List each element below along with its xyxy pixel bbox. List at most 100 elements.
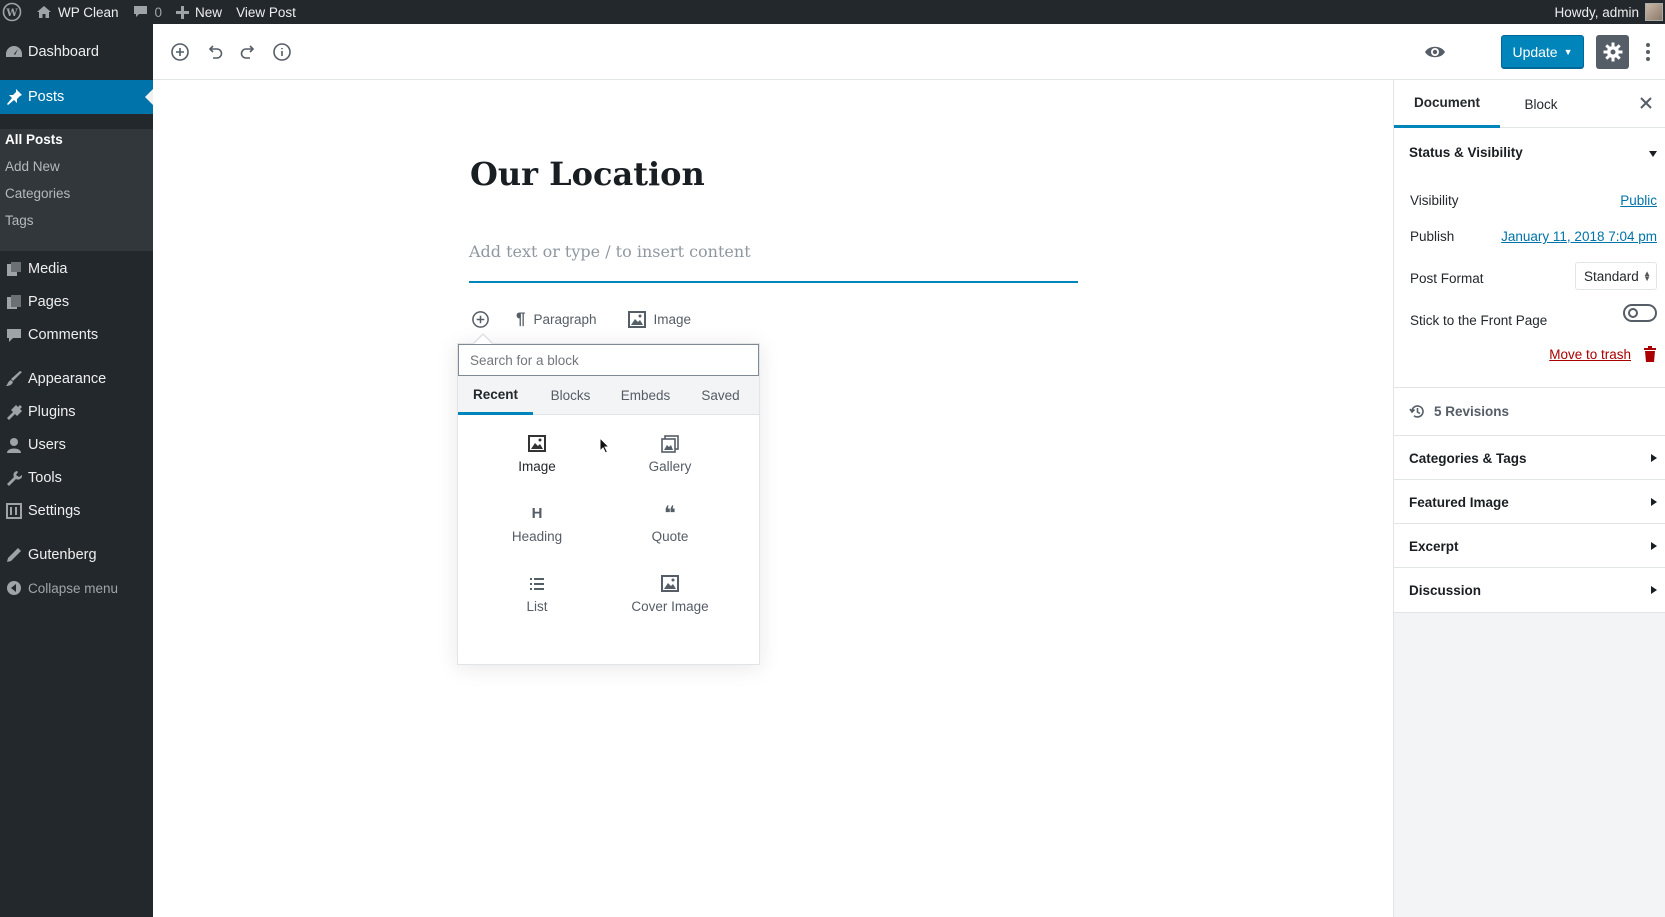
svg-text:W: W [5,8,18,19]
new-content-link[interactable]: New [169,0,229,24]
quick-insert-paragraph-label: Paragraph [533,311,597,327]
mouse-cursor-icon [599,437,611,454]
content-info-button[interactable] [271,41,293,63]
panel-title: Excerpt [1409,539,1459,554]
preview-button[interactable] [1424,41,1446,63]
view-post-link[interactable]: View Post [229,0,303,24]
inline-inserter-button[interactable] [470,309,490,329]
inserter-row: ¶ Paragraph Image [470,307,691,331]
menu-item-tools[interactable]: Tools [0,461,153,495]
tab-block[interactable]: Block [1500,80,1582,128]
caret-right-icon [1651,542,1657,550]
panel-title: Categories & Tags [1409,451,1527,466]
heading-icon: H [531,505,543,522]
block-item-gallery[interactable]: Gallery [610,424,730,484]
wordpress-logo-icon[interactable]: W [0,0,29,24]
block-item-list[interactable]: List [477,564,597,624]
paintbrush-icon [0,371,28,387]
block-item-label: Image [518,458,556,474]
tab-document[interactable]: Document [1394,80,1500,128]
list-icon [529,575,545,593]
caret-right-icon [1651,586,1657,594]
categories-tags-panel[interactable]: Categories & Tags [1394,436,1665,480]
collapse-menu-button[interactable]: Collapse menu [0,571,153,605]
sticky-toggle[interactable] [1623,304,1657,322]
menu-item-pages[interactable]: Pages [0,285,153,319]
menu-label-comments: Comments [28,327,99,343]
toggle-knob [1628,308,1638,318]
home-icon [37,6,51,18]
menu-label-plugins: Plugins [28,404,76,420]
block-item-image[interactable]: Image [477,424,597,484]
move-to-trash-link[interactable]: Move to trash [1549,347,1631,362]
menu-item-gutenberg[interactable]: Gutenberg [0,538,153,572]
settings-toggle-button[interactable] [1596,35,1629,69]
menu-label-posts: Posts [28,89,65,105]
block-item-quote[interactable]: ❝ Quote [610,494,730,554]
submenu-categories[interactable]: Categories [5,186,70,201]
quick-insert-image[interactable]: Image [627,310,692,328]
paragraph-placeholder[interactable]: Add text or type / to insert content [469,242,751,261]
undo-button[interactable] [204,41,226,63]
caret-down-icon[interactable] [1649,151,1657,157]
popover-arrow-inner [474,335,492,344]
tab-recent[interactable]: Recent [458,376,533,415]
panel-title[interactable]: Status & Visibility [1409,145,1523,160]
publish-date-link[interactable]: January 11, 2018 7:04 pm [1501,229,1657,244]
pencil-icon [0,547,28,563]
discussion-panel[interactable]: Discussion [1394,568,1665,613]
tab-embeds[interactable]: Embeds [608,376,683,415]
comments-link[interactable]: 0 [126,0,170,24]
featured-image-panel[interactable]: Featured Image [1394,480,1665,524]
cover-image-icon [661,575,679,593]
visibility-label: Visibility [1410,193,1459,208]
block-item-label: Gallery [648,458,692,474]
quick-insert-paragraph[interactable]: ¶ Paragraph [516,309,597,329]
menu-item-media[interactable]: Media [0,252,153,286]
menu-label-gutenberg: Gutenberg [28,547,97,563]
post-title[interactable]: Our Location [470,155,705,193]
inserter-tabs: Recent Blocks Embeds Saved [458,376,759,415]
close-icon [1640,97,1652,109]
trash-icon[interactable] [1643,346,1657,362]
redo-icon [240,45,255,59]
menu-item-users[interactable]: Users [0,428,153,462]
redo-button[interactable] [237,41,259,63]
close-sidebar-button[interactable] [1637,94,1655,112]
eye-icon [1425,46,1445,58]
revisions-panel[interactable]: 5 Revisions [1394,388,1665,436]
admin-menu: Dashboard Posts All Posts Add New Catego… [0,24,153,917]
wrench-icon [0,470,28,486]
tab-blocks[interactable]: Blocks [533,376,608,415]
avatar[interactable] [1645,3,1663,21]
menu-item-posts[interactable]: Posts [0,80,153,114]
menu-item-plugins[interactable]: Plugins [0,395,153,429]
block-item-cover-image[interactable]: Cover Image [610,564,730,624]
revisions-label: 5 Revisions [1434,404,1510,419]
menu-label-users: Users [28,437,66,453]
panel-title: Discussion [1409,583,1482,598]
plug-icon [0,404,28,420]
block-search-input[interactable] [458,344,759,376]
submenu-all-posts[interactable]: All Posts [5,132,63,147]
menu-item-dashboard[interactable]: Dashboard [0,35,153,69]
quick-insert-image-label: Image [653,311,692,327]
submenu-add-new[interactable]: Add New [5,159,60,174]
excerpt-panel[interactable]: Excerpt [1394,524,1665,568]
dashboard-icon [0,44,28,60]
submenu-tags[interactable]: Tags [5,213,34,228]
menu-item-appearance[interactable]: Appearance [0,362,153,396]
tab-saved[interactable]: Saved [683,376,758,415]
howdy-user-menu[interactable]: Howdy, admin [1554,5,1639,20]
visibility-link[interactable]: Public [1620,193,1657,208]
site-name-link[interactable]: WP Clean [29,0,126,24]
update-button[interactable]: Update ▼ [1501,35,1584,69]
menu-item-comments[interactable]: Comments [0,318,153,352]
more-menu-button[interactable] [1643,40,1653,64]
menu-item-settings[interactable]: Settings [0,494,153,528]
block-item-heading[interactable]: H Heading [477,494,597,554]
post-format-select[interactable]: Standard ▲ ▼ [1575,262,1657,290]
image-icon [627,310,646,328]
revisions-link[interactable]: 5 Revisions [1409,403,1509,420]
add-block-button[interactable] [169,41,191,63]
